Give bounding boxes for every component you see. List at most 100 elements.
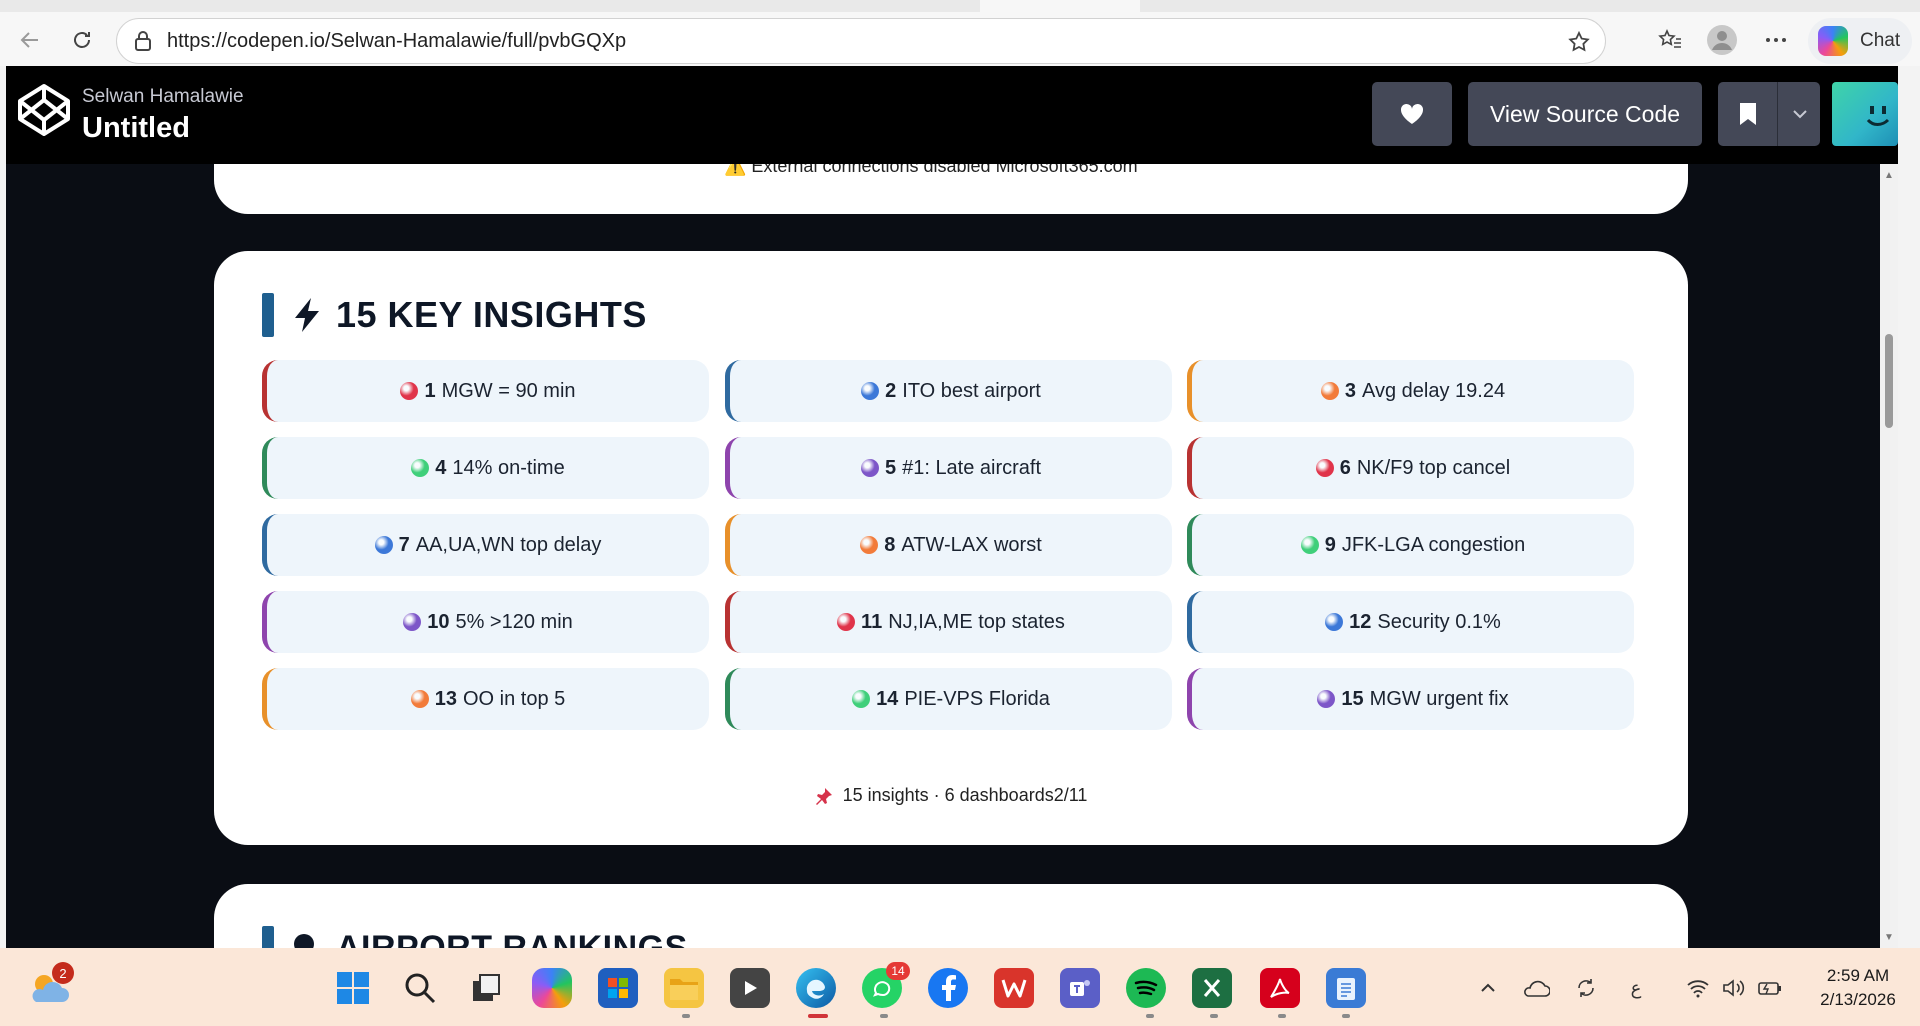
insight-dot-icon [1317,690,1336,708]
file-explorer-icon[interactable] [664,968,704,1008]
store-icon[interactable] [598,968,638,1008]
rankings-title: AIRPORT RANKINGS [336,928,688,949]
notepad-icon[interactable] [1326,968,1366,1008]
insight-dot-icon [374,536,393,554]
weather-widget[interactable]: 2 [28,962,74,1008]
site-info-icon[interactable] [131,29,155,53]
insight-number: 10 [427,610,450,633]
insight-number: 15 [1341,687,1364,710]
running-indicator [1210,1014,1218,1018]
collection-button-group [1718,82,1820,146]
insight-dot-icon [400,382,419,400]
insight-dot-icon [1320,382,1339,400]
more-options-icon[interactable] [1758,22,1794,58]
back-icon[interactable] [12,22,48,58]
bookmark-icon [1739,103,1756,125]
chevron-down-icon [1793,110,1807,119]
codepen-logo-icon[interactable] [16,82,72,138]
battery-icon[interactable] [1756,974,1784,1002]
address-bar[interactable]: https://codepen.io/Selwan-Hamalawie/full… [116,18,1606,64]
insight-text: 5% >120 min [455,610,573,633]
pin-icon [292,930,324,948]
active-app-indicator [808,1014,828,1018]
pen-author[interactable]: Selwan Hamalawie [82,86,244,108]
facebook-icon[interactable] [928,968,968,1008]
insight-number: 5 [884,456,897,479]
heart-icon [1400,103,1424,124]
insight-dot-icon [410,690,429,708]
page-scrollbar[interactable]: ▲ ▼ [1880,164,1898,948]
wifi-icon[interactable] [1684,974,1712,1002]
insight-number: 14 [876,687,899,710]
insight-dot-icon [1325,613,1344,631]
copilot-icon [1818,26,1848,56]
clock-date: 2/13/2026 [1820,990,1896,1009]
weather-badge: 2 [52,962,74,984]
insight-item: 13 OO in top 5 [262,668,709,730]
user-avatar[interactable] [1832,82,1898,146]
insight-item: 1 MGW = 90 min [262,360,709,422]
running-indicator [1278,1014,1286,1018]
copilot-chat-button[interactable]: Chat [1808,18,1912,64]
insight-number: 9 [1324,533,1336,556]
refresh-icon[interactable] [64,22,100,58]
smiley-avatar-icon [1866,106,1890,126]
show-hidden-icons-chevron-up-icon[interactable] [1474,974,1502,1002]
insight-dot-icon [860,536,879,554]
insight-dot-icon [852,690,871,708]
edge-browser-icon[interactable] [796,968,836,1008]
insight-text: ITO best airport [902,379,1041,402]
insight-number: 11 [861,610,883,633]
insight-text: PIE-VPS Florida [904,687,1050,710]
onedrive-cloud-icon[interactable] [1522,974,1550,1002]
system-clock[interactable]: 2:59 AM 2/13/2026 [1800,964,1916,1012]
copilot-app-icon[interactable] [532,968,572,1008]
scroll-down-icon[interactable]: ▼ [1882,930,1896,944]
input-language[interactable]: ع [1622,974,1650,1002]
bookmark-button[interactable] [1718,82,1778,146]
favorites-icon[interactable] [1652,22,1688,58]
insight-number: 6 [1339,456,1351,479]
view-source-button[interactable]: View Source Code [1468,82,1702,146]
insight-dot-icon [837,613,856,631]
running-indicator [880,1014,888,1018]
start-windows-icon[interactable] [333,968,373,1008]
search-icon[interactable] [400,968,440,1008]
profile-icon[interactable] [1704,22,1740,58]
insight-dot-icon [1315,459,1334,477]
page-viewport: Selwan Hamalawie Untitled View Source Co… [6,66,1898,948]
spotify-icon[interactable] [1126,968,1166,1008]
task-view-icon[interactable] [466,968,506,1008]
scroll-up-icon[interactable]: ▲ [1882,168,1896,182]
excel-icon[interactable] [1192,968,1232,1008]
volume-icon[interactable] [1720,974,1748,1002]
insight-dot-icon [403,613,422,631]
insight-text: MGW = 90 min [441,379,576,402]
insight-item: 15 MGW urgent fix [1187,668,1634,730]
wps-office-icon[interactable] [994,968,1034,1008]
insight-item: 8 ATW-LAX worst [725,514,1172,576]
pen-title: Untitled [82,112,190,144]
insight-number: 8 [884,533,896,556]
insight-text: MGW urgent fix [1369,687,1509,710]
tab-strip [0,0,1920,12]
insight-text: AA,UA,WN top delay [415,533,602,556]
insight-text: OO in top 5 [462,687,566,710]
sync-icon[interactable] [1572,974,1600,1002]
favorite-star-icon[interactable] [1565,28,1593,56]
url-text[interactable]: https://codepen.io/Selwan-Hamalawie/full… [167,30,626,53]
running-indicator [1146,1014,1154,1018]
rankings-heading: AIRPORT RANKINGS [262,926,688,948]
insight-text: NJ,IA,ME top states [888,610,1065,633]
active-tab[interactable] [980,0,1140,12]
acrobat-reader-icon[interactable] [1260,968,1300,1008]
running-indicator [1342,1014,1350,1018]
insight-number: 2 [885,379,897,402]
insight-number: 13 [434,687,457,710]
collection-dropdown-button[interactable] [1780,82,1820,146]
scroll-thumb[interactable] [1885,334,1893,428]
teams-icon[interactable] [1060,968,1100,1008]
love-button[interactable] [1372,82,1452,146]
insights-title: 15 KEY INSIGHTS [336,294,647,335]
media-player-icon[interactable] [730,968,770,1008]
